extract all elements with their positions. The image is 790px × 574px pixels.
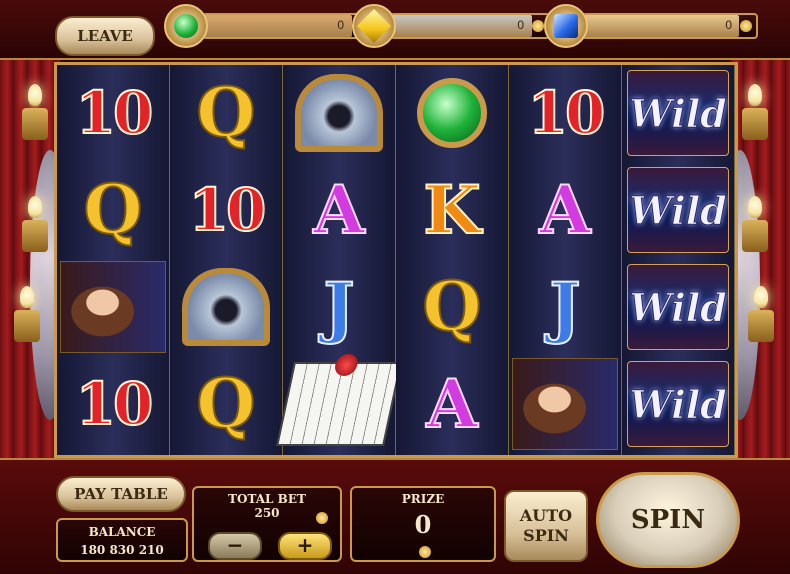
auto-spin-label-line1: AUTO bbox=[519, 506, 573, 525]
reel-cell: J bbox=[509, 259, 621, 355]
total-bet-display: TOTAL BET 250 − + bbox=[192, 486, 342, 562]
reel-6: Wild Wild Wild Wild bbox=[622, 65, 735, 455]
blue-gem-progress-bar: 0 bbox=[582, 13, 758, 39]
prize-value: 0 bbox=[414, 510, 432, 539]
wild-symbol: Wild bbox=[627, 167, 729, 253]
reel-cell: Q bbox=[396, 259, 508, 355]
reel-cell bbox=[396, 65, 508, 161]
singer-portrait-symbol bbox=[60, 261, 166, 353]
ace-symbol: A bbox=[425, 364, 478, 444]
reel-area: 10 Q 10 Q 10 Q A J K Q A 10 A J Wild Wild Wild Wild bbox=[54, 62, 738, 458]
reel-cell: 10 bbox=[509, 65, 621, 161]
meter-value: 0 bbox=[517, 18, 524, 32]
king-symbol: K bbox=[422, 170, 481, 250]
queen-symbol: Q bbox=[195, 363, 256, 445]
singer-portrait-symbol bbox=[512, 358, 618, 450]
increase-bet-button[interactable]: + bbox=[278, 532, 332, 560]
coin-icon bbox=[532, 20, 544, 32]
reel-cell: Wild bbox=[622, 259, 734, 355]
coin-icon bbox=[740, 20, 752, 32]
reel-cell: Q bbox=[57, 162, 169, 258]
jack-symbol: J bbox=[322, 267, 355, 347]
decrease-bet-button[interactable]: − bbox=[208, 532, 262, 560]
reel-cell: Wild bbox=[622, 162, 734, 258]
ten-symbol: 10 bbox=[527, 78, 607, 148]
ten-symbol: 10 bbox=[75, 369, 155, 439]
meter-fill bbox=[392, 15, 533, 37]
reel-cell: 10 bbox=[170, 162, 282, 258]
broken-mirror-symbol bbox=[295, 74, 383, 152]
reel-cell: A bbox=[283, 162, 395, 258]
wild-symbol: Wild bbox=[627, 361, 729, 447]
reel-1: 10 Q 10 bbox=[57, 65, 170, 455]
candle-sconce-icon bbox=[742, 84, 768, 144]
green-gem-progress-bar: 0 bbox=[202, 13, 370, 39]
queen-symbol: Q bbox=[195, 72, 256, 154]
top-bar: LEAVE 0 0 0 bbox=[0, 0, 790, 60]
reel-cell: 10 bbox=[57, 65, 169, 161]
queen-symbol: Q bbox=[421, 266, 482, 348]
ace-symbol: A bbox=[312, 170, 365, 250]
rose-icon bbox=[332, 354, 360, 376]
yellow-diamond-icon bbox=[352, 4, 396, 48]
green-gem-meter: 0 bbox=[164, 4, 370, 48]
reel-3: AJ bbox=[276, 65, 402, 455]
prize-label: PRIZE bbox=[401, 492, 445, 506]
piano-rose-symbol bbox=[276, 354, 402, 446]
spin-button[interactable]: SPIN bbox=[596, 472, 740, 568]
ten-symbol: 10 bbox=[188, 175, 268, 245]
reel-cell: A bbox=[396, 356, 508, 452]
reel-cell bbox=[57, 259, 169, 355]
blue-sapphire-icon bbox=[544, 4, 588, 48]
reel-5: 10 A J bbox=[509, 65, 622, 455]
balance-display: BALANCE 180 830 210 bbox=[56, 518, 188, 562]
yellow-gem-meter: 0 bbox=[352, 4, 550, 48]
reel-cell bbox=[283, 65, 395, 161]
candle-sconce-icon bbox=[22, 196, 48, 256]
reel-cell: J bbox=[283, 259, 395, 355]
wild-symbol: Wild bbox=[627, 264, 729, 350]
meter-value: 0 bbox=[337, 18, 344, 32]
reel-4: KQA bbox=[396, 65, 509, 455]
reel-2: Q 10 Q bbox=[170, 65, 283, 455]
coin-icon bbox=[316, 512, 328, 524]
reel-cell: Wild bbox=[622, 65, 734, 161]
reel-cell: Q bbox=[170, 65, 282, 161]
meter-fill bbox=[204, 15, 352, 37]
green-gem-icon bbox=[164, 4, 208, 48]
reel-cell: K bbox=[396, 162, 508, 258]
wild-symbol: Wild bbox=[627, 70, 729, 156]
candle-sconce-icon bbox=[742, 196, 768, 256]
candle-sconce-icon bbox=[748, 286, 774, 346]
prize-display: PRIZE 0 bbox=[350, 486, 496, 562]
balance-label: BALANCE bbox=[88, 525, 156, 539]
candle-sconce-icon bbox=[14, 286, 40, 346]
broken-mirror-symbol bbox=[182, 268, 270, 346]
candle-sconce-icon bbox=[22, 84, 48, 144]
coin-icon bbox=[419, 546, 431, 558]
ten-symbol: 10 bbox=[75, 78, 155, 148]
balance-value: 180 830 210 bbox=[80, 543, 164, 557]
queen-symbol: Q bbox=[82, 169, 143, 251]
auto-spin-label-line2: SPIN bbox=[523, 526, 569, 545]
total-bet-label: TOTAL BET bbox=[228, 492, 306, 506]
reel-cell bbox=[170, 259, 282, 355]
reel-cell: Q bbox=[170, 356, 282, 452]
reel-cell: 10 bbox=[57, 356, 169, 452]
meter-value: 0 bbox=[725, 18, 732, 32]
green-gem-symbol bbox=[417, 78, 487, 148]
yellow-gem-progress-bar: 0 bbox=[390, 13, 550, 39]
meter-fill bbox=[584, 15, 739, 37]
leave-button[interactable]: LEAVE bbox=[55, 16, 155, 56]
blue-gem-meter: 0 bbox=[544, 4, 758, 48]
reel-cell: Wild bbox=[622, 356, 734, 452]
ace-symbol: A bbox=[538, 170, 591, 250]
jack-symbol: J bbox=[548, 267, 581, 347]
auto-spin-button[interactable]: AUTO SPIN bbox=[504, 490, 588, 562]
paytable-button[interactable]: PAY TABLE bbox=[56, 476, 186, 512]
reel-cell bbox=[509, 356, 621, 452]
reel-cell bbox=[276, 354, 402, 452]
reel-cell: A bbox=[509, 162, 621, 258]
